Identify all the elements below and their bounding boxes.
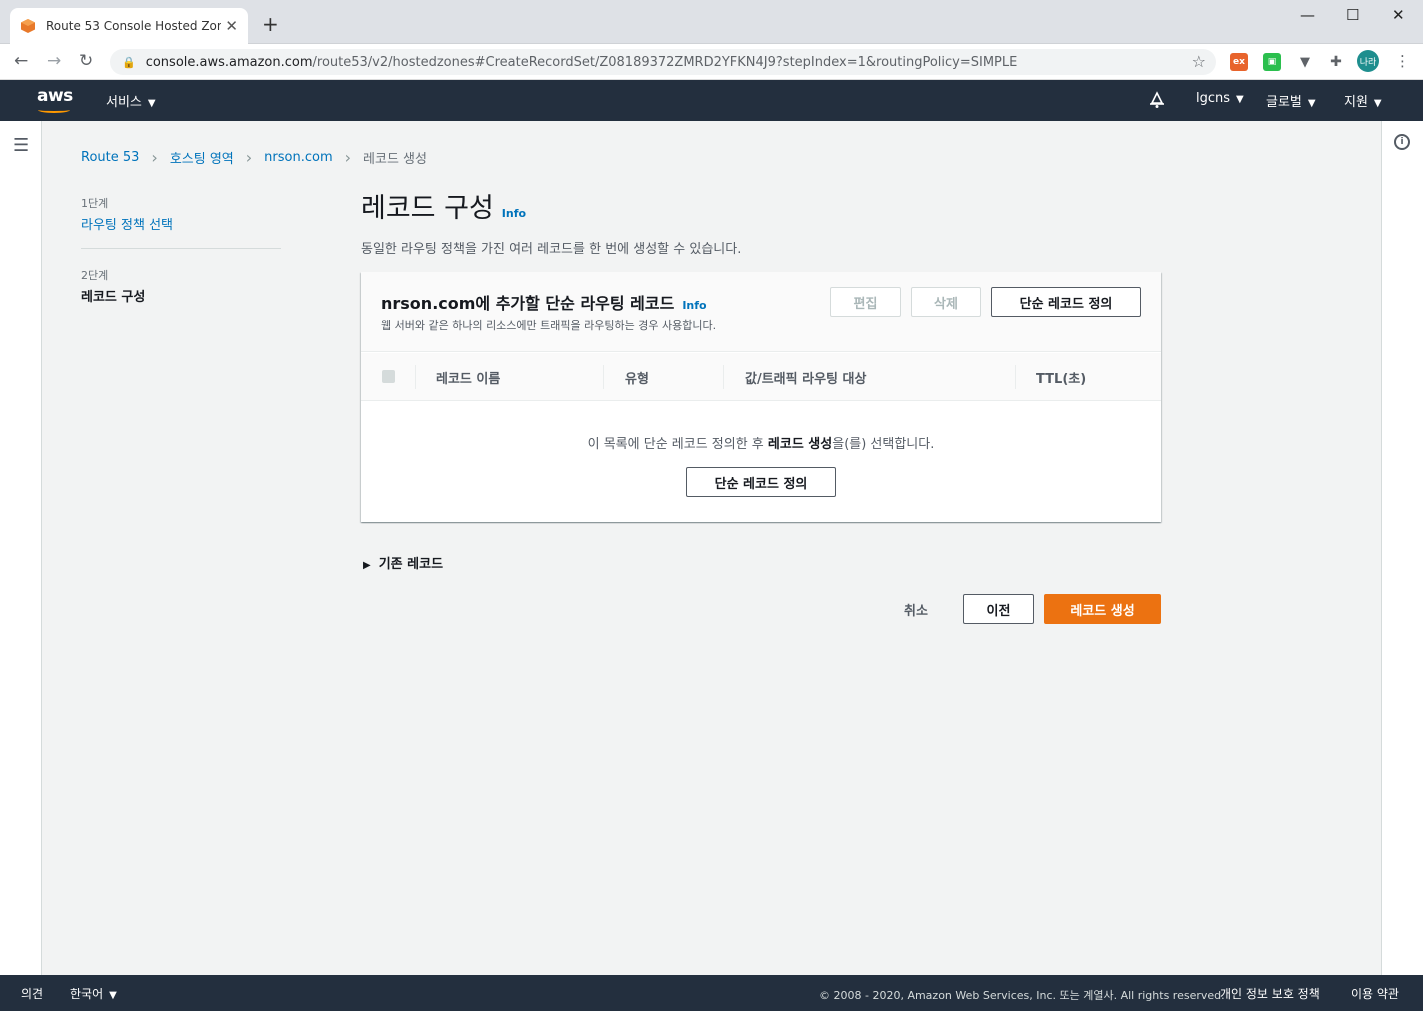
column-divider [603, 365, 604, 389]
delete-button[interactable]: 삭제 [911, 287, 981, 317]
info-icon[interactable]: i [1394, 134, 1410, 150]
tab-title: Route 53 Console Hosted Zone [46, 19, 221, 33]
aws-logo[interactable]: aws [37, 86, 73, 106]
vue-extension-icon[interactable]: ▼ [1296, 53, 1314, 71]
column-divider [723, 365, 724, 389]
breadcrumb-zone[interactable]: nrson.com [264, 150, 332, 165]
window-close-icon[interactable]: ✕ [1392, 6, 1405, 24]
breadcrumb: Route 53 › 호스팅 영역 › nrson.com › 레코드 생성 [81, 148, 427, 167]
step-number: 1단계 [81, 197, 109, 210]
region-menu[interactable]: 글로벌 ▼ [1266, 91, 1316, 110]
terms-link[interactable]: 이용 약관 [1351, 985, 1399, 1002]
column-ttl[interactable]: TTL(초) [1036, 368, 1086, 387]
aws-logo-smile [38, 107, 70, 113]
column-divider [1015, 365, 1016, 389]
cancel-button[interactable]: 취소 [904, 600, 928, 619]
support-menu[interactable]: 지원 ▼ [1344, 91, 1382, 110]
address-bar[interactable]: 🔒 console.aws.amazon.com/route53/v2/host… [110, 49, 1216, 75]
step-current-label: 레코드 구성 [81, 290, 146, 305]
maximize-icon[interactable]: ☐ [1346, 6, 1359, 24]
define-simple-record-button[interactable]: 단순 레코드 정의 [991, 287, 1141, 317]
caret-down-icon: ▼ [1236, 94, 1244, 105]
extension-icon[interactable]: ex [1230, 53, 1248, 71]
page-description: 동일한 라우팅 정책을 가진 여러 레코드를 한 번에 생성할 수 있습니다. [361, 242, 742, 257]
page-title: 레코드 구성 Info [361, 193, 527, 224]
define-simple-record-button-empty[interactable]: 단순 레코드 정의 [686, 467, 836, 497]
column-record-name[interactable]: 레코드 이름 [436, 368, 500, 387]
copyright-text: © 2008 - 2020, Amazon Web Services, Inc.… [819, 989, 1225, 1002]
language-selector[interactable]: 한국어 ▼ [70, 985, 117, 1002]
breadcrumb-route53[interactable]: Route 53 [81, 150, 139, 165]
step-divider [81, 248, 281, 249]
browser-tab[interactable]: Route 53 Console Hosted Zone ✕ [10, 8, 248, 44]
info-link[interactable]: Info [682, 299, 706, 312]
empty-table-message: 이 목록에 단순 레코드 정의한 후 레코드 생성을(를) 선택합니다. [587, 437, 935, 452]
browser-toolbar: ← → ↻ 🔒 console.aws.amazon.com/route53/v… [0, 44, 1423, 80]
column-divider [415, 365, 416, 389]
profile-avatar[interactable]: 나라 [1357, 50, 1379, 72]
create-records-button[interactable]: 레코드 생성 [1044, 594, 1161, 624]
extension-icon[interactable]: ▣ [1263, 53, 1281, 71]
caret-down-icon: ▼ [109, 990, 117, 1001]
reload-icon[interactable]: ↻ [79, 51, 93, 71]
caret-down-icon: ▼ [147, 98, 156, 109]
column-type[interactable]: 유형 [625, 368, 649, 387]
caret-down-icon: ▼ [1307, 98, 1316, 109]
lock-icon: 🔒 [122, 55, 136, 69]
wizard-step-2: 2단계 레코드 구성 [81, 267, 145, 305]
edit-button[interactable]: 편집 [830, 287, 901, 317]
feedback-link[interactable]: 의견 [21, 985, 43, 1002]
account-menu[interactable]: lgcns ▼ [1196, 91, 1244, 106]
panel-title: nrson.com에 추가할 단순 라우팅 레코드 Info [381, 294, 707, 313]
puzzle-extensions-icon[interactable]: ✚ [1327, 53, 1345, 71]
info-link[interactable]: Info [502, 207, 526, 220]
console-footer: 의견 한국어 ▼ © 2008 - 2020, Amazon Web Servic… [0, 975, 1423, 1011]
step-link-routing-policy[interactable]: 라우팅 정책 선택 [81, 214, 173, 233]
chevron-right-icon: › [245, 148, 253, 167]
step-number: 2단계 [81, 269, 109, 282]
panel-description: 웹 서버와 같은 하나의 리소스에만 트래픽을 라우팅하는 경우 사용합니다. [381, 319, 717, 332]
chevron-right-icon: › [344, 148, 352, 167]
bell-icon[interactable] [1148, 91, 1166, 109]
panel-header: nrson.com에 추가할 단순 라우팅 레코드 Info 웹 서버와 같은 하… [361, 272, 1161, 352]
hamburger-menu-icon[interactable]: ☰ [13, 135, 29, 156]
url-text: console.aws.amazon.com/route53/v2/hosted… [145, 54, 1018, 70]
services-menu[interactable]: 서비스 ▼ [106, 91, 156, 110]
table-header: 레코드 이름 유형 값/트래픽 라우팅 대상 TTL(초) [361, 353, 1161, 401]
minimize-icon[interactable]: — [1300, 6, 1315, 24]
bookmark-star-icon[interactable]: ☆ [1192, 52, 1206, 71]
aws-top-nav: aws 서비스 ▼ lgcns ▼ 글로벌 ▼ 지원 ▼ [0, 80, 1423, 121]
breadcrumb-current: 레코드 생성 [363, 152, 427, 167]
back-icon[interactable]: ← [14, 51, 28, 71]
breadcrumb-hosted-zones[interactable]: 호스팅 영역 [170, 148, 234, 167]
wizard-step-1: 1단계 라우팅 정책 선택 [81, 195, 173, 233]
caret-right-icon: ▶ [363, 560, 371, 571]
new-tab-icon[interactable]: + [262, 14, 279, 34]
select-all-checkbox[interactable] [382, 370, 395, 383]
existing-records-expander[interactable]: ▶ 기존 레코드 [363, 553, 443, 572]
privacy-policy-link[interactable]: 개인 정보 보호 정책 [1220, 985, 1320, 1002]
caret-down-icon: ▼ [1373, 98, 1382, 109]
help-panel-strip: i [1381, 121, 1423, 975]
chevron-right-icon: › [151, 148, 158, 167]
side-nav-toggle-strip: ☰ [0, 121, 42, 975]
forward-icon[interactable]: → [47, 51, 61, 71]
browser-menu-icon[interactable]: ⋮ [1395, 52, 1410, 70]
aws-cube-icon [21, 19, 35, 33]
simple-records-panel: nrson.com에 추가할 단순 라우팅 레코드 Info 웹 서버와 같은 하… [361, 272, 1161, 522]
browser-tab-bar: Route 53 Console Hosted Zone ✕ + — ☐ ✕ [0, 0, 1423, 44]
close-tab-icon[interactable]: ✕ [225, 17, 238, 35]
column-value[interactable]: 값/트래픽 라우팅 대상 [745, 368, 866, 387]
previous-button[interactable]: 이전 [963, 594, 1034, 624]
